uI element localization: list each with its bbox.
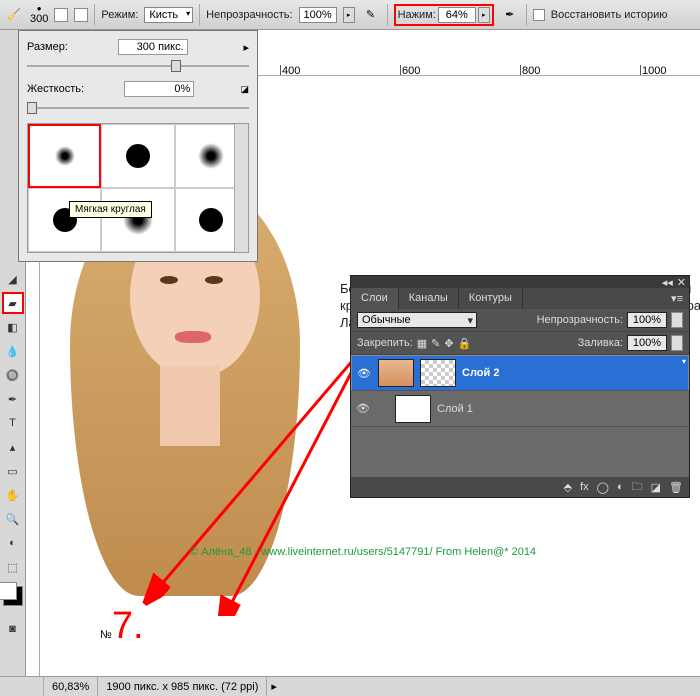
layer-2-row[interactable]: 👁 Слой 2 [351, 355, 689, 391]
visibility-icon[interactable]: 👁 [356, 365, 372, 381]
layers-list: 👁 Слой 2 👁 Слой 1 [351, 355, 689, 477]
hardness-input[interactable]: 0% [124, 81, 194, 97]
layer-2-name[interactable]: Слой 2 [462, 367, 499, 379]
flyout-icon[interactable]: ▸ [243, 41, 249, 54]
quickmask-icon[interactable]: ◙ [2, 618, 24, 640]
layer-opacity-label: Непрозрачность: [537, 314, 623, 326]
new-preset-icon[interactable]: ◪ [240, 84, 249, 95]
flow-label: Нажим: [398, 9, 436, 21]
preset-soft-round[interactable] [28, 124, 101, 188]
lock-all-icon[interactable]: 🔒 [458, 337, 472, 350]
mask-icon[interactable]: ◯ [597, 481, 609, 494]
status-bar: 60,83% 1900 пикс. x 985 пикс. (72 ppi) ▸ [0, 676, 700, 696]
size-input[interactable]: 300 пикс. [118, 39, 188, 55]
extra-tool-1[interactable]: ◐ [2, 532, 24, 554]
erase-history-label: Восстановить историю [551, 9, 668, 21]
fill-input[interactable]: 100% [627, 335, 667, 351]
preset-soft-round-3[interactable] [101, 188, 174, 252]
opacity-input[interactable]: 100% [299, 7, 337, 23]
fx-icon[interactable]: fx [580, 481, 589, 493]
link-layers-icon[interactable]: ⬘ [564, 481, 572, 494]
watermark: © Алёна_48 - www.liveinternet.ru/users/5… [190, 546, 536, 558]
opacity-arrow-icon[interactable]: ▸ [343, 7, 355, 23]
gradient-tool-icon[interactable]: ◧ [2, 316, 24, 338]
layer-1-name[interactable]: Слой 1 [437, 403, 473, 415]
hardness-slider[interactable] [27, 101, 249, 115]
layer-1-row[interactable]: 👁 Слой 1 [351, 391, 689, 427]
eraser-tool-icon: 🧹 [4, 5, 24, 25]
options-bar: 🧹 ●300 Режим: Кисть Непрозрачность: 100%… [0, 0, 700, 30]
delete-layer-icon[interactable]: 🗑 [669, 481, 683, 494]
doc-dimensions: 1900 пикс. x 985 пикс. (72 ppi) [98, 677, 267, 696]
flow-input[interactable]: 64% [438, 7, 476, 23]
shape-tool-icon[interactable]: ▭ [2, 460, 24, 482]
step-number: №7. [100, 605, 144, 648]
color-swatches[interactable] [3, 586, 23, 606]
lock-label: Закрепить: [357, 337, 413, 349]
layers-empty-area [351, 427, 689, 477]
layers-footer: ⬘ fx ◯ ◐ 🗀 ◪ 🗑 [351, 477, 689, 497]
pen-tool-icon[interactable]: ✒ [2, 388, 24, 410]
hand-tool-icon[interactable]: ✋ [2, 484, 24, 506]
blur-tool-icon[interactable]: 💧 [2, 340, 24, 362]
tab-channels[interactable]: Каналы [399, 288, 459, 309]
panel-toggle-icon[interactable] [74, 8, 88, 22]
tablet-pressure-opacity-icon[interactable]: ✎ [361, 5, 381, 25]
layers-panel: ◂◂ ✕ Слои Каналы Контуры ▾≡ Обычные Непр… [350, 275, 690, 498]
collapse-icon[interactable]: ◂◂ [662, 276, 673, 289]
erase-history-checkbox[interactable] [533, 9, 545, 21]
lock-transparent-icon[interactable]: ▦ [417, 337, 427, 350]
layer-2-mask [420, 359, 456, 387]
woman-eye-left [160, 276, 178, 284]
path-select-icon[interactable]: ▴ [2, 436, 24, 458]
new-layer-icon[interactable]: ◪ [651, 481, 661, 494]
status-arrow-icon[interactable]: ▸ [267, 680, 281, 693]
flow-arrow-icon[interactable]: ▸ [478, 7, 490, 23]
hardness-label: Жесткость: [27, 83, 84, 95]
mode-label: Режим: [101, 9, 138, 21]
layer-2-thumb [378, 359, 414, 387]
lock-pixels-icon[interactable]: ✎ [431, 337, 440, 350]
layer-opacity-arrow[interactable]: ▸ [671, 312, 683, 328]
mode-select[interactable]: Кисть [144, 7, 193, 23]
eraser-tool-button[interactable]: ▰ [2, 292, 24, 314]
woman-eye-right [205, 276, 223, 284]
layer-1-thumb [395, 395, 431, 423]
visibility-icon[interactable]: 👁 [355, 401, 371, 417]
flow-highlight: Нажим: 64% ▸ [394, 4, 494, 26]
brush-tooltip: Мягкая круглая [69, 201, 152, 218]
tab-layers[interactable]: Слои [351, 288, 399, 309]
fill-label: Заливка: [578, 337, 623, 349]
extra-tool-2[interactable]: ⬚ [2, 556, 24, 578]
preset-hard-round-2[interactable] [28, 188, 101, 252]
size-label: Размер: [27, 41, 68, 53]
preset-hard-round[interactable] [101, 124, 174, 188]
brush-presets-grid [27, 123, 249, 253]
tab-paths[interactable]: Контуры [459, 288, 523, 309]
layers-panel-header: ◂◂ ✕ [351, 276, 689, 288]
airbrush-icon[interactable]: ✒ [500, 5, 520, 25]
dodge-tool-icon[interactable]: 🔘 [2, 364, 24, 386]
opacity-label: Непрозрачность: [206, 9, 292, 21]
fill-arrow[interactable]: ▸ [671, 335, 683, 351]
group-icon[interactable]: 🗀 [632, 478, 643, 497]
adjustment-icon[interactable]: ◐ [617, 481, 624, 493]
blend-mode-select[interactable]: Обычные [357, 312, 477, 328]
brush-preset-panel: Размер: 300 пикс. ▸ Жесткость: 0% ◪ Мягк… [18, 30, 258, 262]
tool-above-1[interactable]: ◢ [2, 268, 24, 290]
brush-preset-dropdown-icon[interactable] [54, 8, 68, 22]
zoom-tool-icon[interactable]: 🔍 [2, 508, 24, 530]
panel-menu-icon[interactable]: ▾≡ [665, 288, 689, 309]
type-tool-icon[interactable]: T [2, 412, 24, 434]
size-slider[interactable] [27, 59, 249, 73]
lock-position-icon[interactable]: ✥ [444, 337, 453, 350]
layers-tabs: Слои Каналы Контуры ▾≡ [351, 288, 689, 309]
brush-size-display[interactable]: ●300 [30, 4, 48, 25]
close-panel-icon[interactable]: ✕ [677, 276, 686, 289]
presets-scrollbar[interactable] [234, 124, 248, 252]
layer-opacity-input[interactable]: 100% [627, 312, 667, 328]
zoom-level[interactable]: 60,83% [44, 677, 98, 696]
